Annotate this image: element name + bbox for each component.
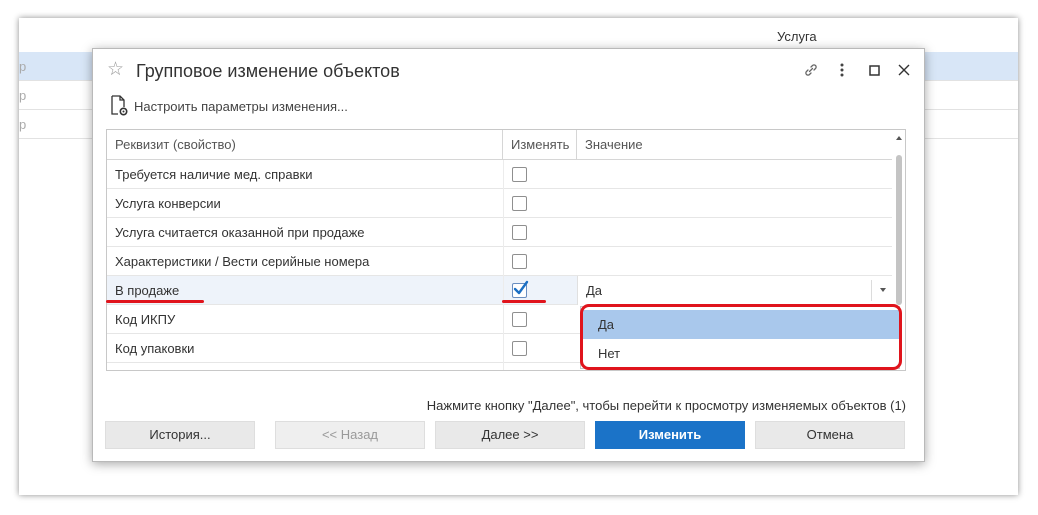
annotation-underline xyxy=(106,300,204,303)
scroll-thumb[interactable] xyxy=(896,155,902,305)
change-checkbox-checked[interactable] xyxy=(512,280,529,298)
close-icon[interactable] xyxy=(895,61,913,79)
value-select[interactable]: Да xyxy=(577,276,892,305)
change-checkbox[interactable] xyxy=(512,254,527,269)
background-list-header: Услуга xyxy=(19,18,1018,52)
link-icon[interactable] xyxy=(802,61,820,79)
attribute-label: Код упаковки xyxy=(115,341,195,356)
maximize-icon[interactable] xyxy=(865,61,883,79)
column-header-change[interactable]: Изменять xyxy=(503,130,577,160)
column-divider xyxy=(503,160,504,370)
group-change-dialog: ☆ Групповое изменение объектов Настроить… xyxy=(92,48,925,462)
list-item-text: р xyxy=(19,59,27,74)
table-row-selected[interactable]: В продаже Да xyxy=(107,276,892,305)
scroll-up-icon[interactable] xyxy=(896,136,902,140)
change-checkbox[interactable] xyxy=(512,225,527,240)
hint-text: Нажмите кнопку "Далее", чтобы перейти к … xyxy=(426,398,906,413)
column-header-value[interactable]: Значение xyxy=(577,130,892,160)
list-item-text: р xyxy=(19,117,27,132)
column-header-service[interactable]: Услуга xyxy=(777,29,817,44)
attribute-label: Код ИКПУ xyxy=(115,312,176,327)
dropdown-option-yes[interactable]: Да xyxy=(581,310,899,339)
table-row[interactable]: Требуется наличие мед. справки xyxy=(107,160,892,189)
history-button[interactable]: История... xyxy=(105,421,255,449)
checkmark-icon xyxy=(513,280,529,295)
table-header: Реквизит (свойство) Изменять Значение xyxy=(107,130,892,160)
settings-link[interactable]: Настроить параметры изменения... xyxy=(109,95,348,117)
dropdown-option-no[interactable]: Нет xyxy=(581,339,899,368)
attribute-label: Требуется наличие мед. справки xyxy=(115,167,313,182)
attribute-label: Услуга считается оказанной при продаже xyxy=(115,225,365,240)
table-row[interactable]: Характеристики / Вести серийные номера xyxy=(107,247,892,276)
table-row[interactable]: Услуга считается оказанной при продаже xyxy=(107,218,892,247)
value-select-separator xyxy=(871,280,872,301)
change-checkbox[interactable] xyxy=(512,312,527,327)
value-dropdown-list: Да Нет xyxy=(580,306,900,369)
apply-button[interactable]: Изменить xyxy=(595,421,745,449)
star-icon[interactable]: ☆ xyxy=(107,60,127,80)
value-select-text: Да xyxy=(586,283,603,298)
attribute-label: Услуга конверсии xyxy=(115,196,221,211)
change-checkbox[interactable] xyxy=(512,167,527,182)
change-checkbox[interactable] xyxy=(512,196,527,211)
list-item-text: р xyxy=(19,88,27,103)
cancel-button[interactable]: Отмена xyxy=(755,421,905,449)
table-row[interactable]: Услуга конверсии xyxy=(107,189,892,218)
next-button[interactable]: Далее >> xyxy=(435,421,585,449)
more-icon[interactable] xyxy=(833,61,851,79)
settings-link-label: Настроить параметры изменения... xyxy=(134,98,348,114)
dialog-title: Групповое изменение объектов xyxy=(136,61,400,81)
chevron-down-icon[interactable] xyxy=(880,288,886,292)
column-header-attribute[interactable]: Реквизит (свойство) xyxy=(107,130,503,160)
annotation-underline xyxy=(502,300,546,303)
attribute-label: Характеристики / Вести серийные номера xyxy=(115,254,370,269)
change-checkbox[interactable] xyxy=(512,341,527,356)
document-settings-icon xyxy=(111,95,128,116)
back-button[interactable]: << Назад xyxy=(275,421,425,449)
